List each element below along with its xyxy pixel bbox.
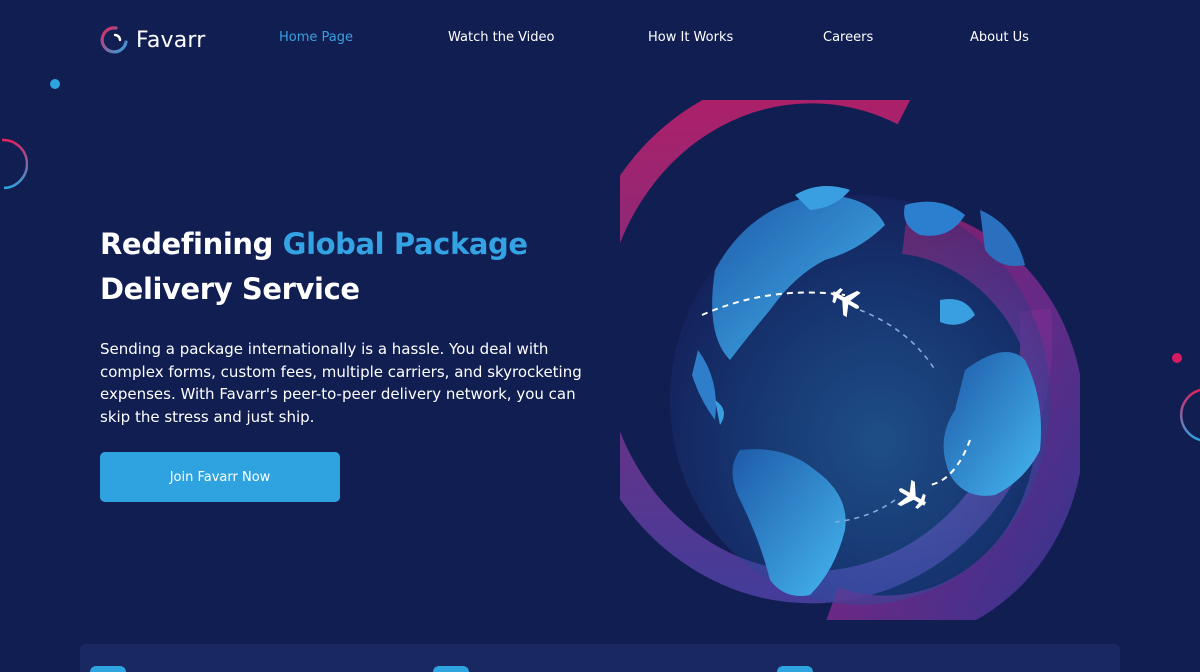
decor-dot-blue [50, 79, 60, 89]
nav-about-us[interactable]: About Us [970, 30, 1029, 45]
features-strip [80, 644, 1120, 672]
hero-title-accent: Global Package [282, 227, 528, 261]
nav-how-it-works[interactable]: How It Works [648, 30, 733, 45]
globe-illustration [620, 100, 1080, 620]
hero-title-line2: Delivery Service [100, 272, 360, 306]
feature-icon [777, 666, 813, 672]
landing-page: Favarr Home Page Watch the Video How It … [0, 0, 1200, 672]
join-favarr-button[interactable]: Join Favarr Now [100, 452, 340, 502]
nav-home-page[interactable]: Home Page [279, 30, 353, 45]
decor-dot-pink [1172, 353, 1182, 363]
main-nav: Home Page Watch the Video How It Works C… [0, 30, 1200, 50]
decor-ring-left [1, 138, 28, 190]
decor-ring-right [1179, 388, 1200, 442]
feature-icon [90, 666, 126, 672]
hero-title: Redefining Global Package Delivery Servi… [100, 222, 620, 312]
hero-title-part1: Redefining [100, 227, 283, 261]
nav-careers[interactable]: Careers [823, 30, 873, 45]
feature-icon [433, 666, 469, 672]
hero-description: Sending a package internationally is a h… [100, 340, 582, 426]
nav-watch-the-video[interactable]: Watch the Video [448, 30, 555, 45]
